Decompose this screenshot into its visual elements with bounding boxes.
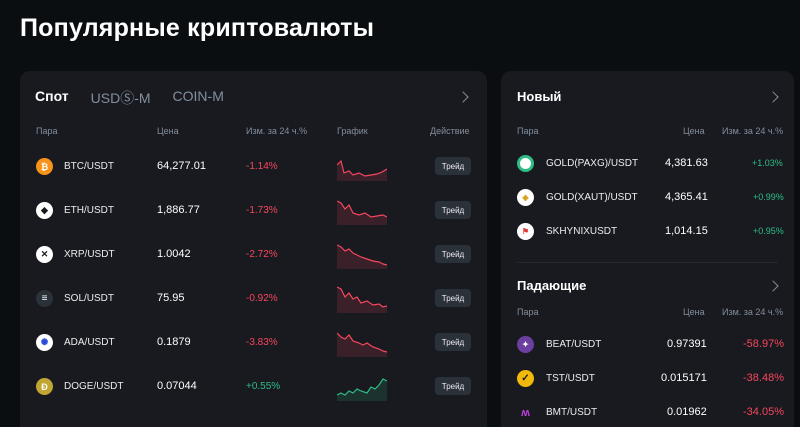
price-value: 75.95 [157, 292, 185, 304]
list-item[interactable]: ✦ BEAT/USDT 0.97391 -58.97% [501, 328, 794, 362]
trade-button[interactable]: Трейд [435, 157, 471, 175]
pair-name: BTC/USDT [64, 161, 114, 172]
tab-spot[interactable]: Спот [35, 88, 69, 108]
header-chart: График [337, 126, 368, 136]
sparkline-chart [337, 159, 387, 181]
change-value: -2.72% [246, 249, 278, 260]
change-value: -38.48% [743, 372, 784, 384]
section-divider [517, 262, 778, 263]
pair-name: TST/USDT [546, 373, 595, 384]
trade-button[interactable]: Трейд [435, 377, 471, 395]
list-item[interactable]: GOLD(PAXG)/USDT 4,381.63 +1.03% [501, 147, 794, 181]
dogecoin-icon: Ð [36, 378, 53, 395]
cardano-icon: ✺ [36, 334, 53, 351]
tab-usds-m[interactable]: USDⓈ-M [91, 88, 151, 108]
price-value: 1,886.77 [157, 204, 200, 216]
sparkline-chart [337, 332, 387, 357]
price-value: 64,277.01 [157, 160, 206, 172]
header-price: Цена [157, 126, 179, 136]
trade-button[interactable]: Трейд [435, 333, 471, 351]
price-value: 1,014.15 [665, 225, 708, 237]
bmt-icon: ʍ [517, 404, 534, 421]
header-price: Цена [683, 307, 705, 317]
pair-name: DOGE/USDT [64, 381, 124, 392]
list-item[interactable]: ◈ GOLD(XAUT)/USDT 4,365.41 +0.99% [501, 181, 794, 215]
header-change: Изм. за 24 ч.% [246, 126, 308, 136]
header-change: Изм. за 24 ч.% [722, 126, 784, 136]
pair-name: GOLD(PAXG)/USDT [546, 158, 639, 169]
chevron-right-icon[interactable] [767, 91, 779, 103]
pair-name: BMT/USDT [546, 407, 598, 418]
price-value: 4,365.41 [665, 191, 708, 203]
trade-button[interactable]: Трейд [435, 289, 471, 307]
pair-name: SOL/USDT [64, 293, 115, 304]
change-value: -58.97% [743, 338, 784, 350]
section-title-falling[interactable]: Падающие [517, 278, 586, 293]
change-value: +1.03% [752, 158, 783, 168]
change-value: -1.73% [246, 205, 278, 216]
table-row[interactable]: ✺ ADA/USDT 0.1879 -3.83% Трейд [20, 320, 487, 364]
list-item[interactable]: ⚑ SKHYNIXUSDT 1,014.15 +0.95% [501, 215, 794, 249]
tab-coin-m[interactable]: COIN-M [173, 88, 224, 108]
header-change: Изм. за 24 ч.% [722, 307, 784, 317]
trade-button[interactable]: Трейд [435, 245, 471, 263]
new-and-falling-panel: Новый Пара Цена Изм. за 24 ч.% GOLD(PAXG… [501, 71, 794, 427]
change-value: +0.95% [753, 226, 784, 236]
list-item[interactable]: ✓ TST/USDT 0.015171 -38.48% [501, 362, 794, 396]
pair-name: GOLD(XAUT)/USDT [546, 192, 638, 203]
table-row[interactable]: Ð DOGE/USDT 0.07044 +0.55% Трейд [20, 364, 487, 408]
beat-icon: ✦ [517, 336, 534, 353]
price-value: 1.0042 [157, 248, 191, 260]
section-title-new[interactable]: Новый [517, 89, 561, 104]
pair-name: ETH/USDT [64, 205, 114, 216]
price-value: 0.97391 [667, 338, 707, 350]
bitcoin-icon: ₿ [36, 158, 53, 175]
list-item[interactable]: ʍ BMT/USDT 0.01962 -34.05% [501, 396, 794, 427]
paxg-icon [517, 155, 534, 172]
skhynix-icon: ⚑ [517, 223, 534, 240]
change-value: +0.55% [246, 381, 281, 392]
sparkline-chart [337, 244, 387, 269]
chevron-right-icon[interactable] [767, 280, 779, 292]
change-value: -0.92% [246, 293, 278, 304]
pair-name: BEAT/USDT [546, 339, 602, 350]
sparkline-chart [337, 378, 387, 401]
price-value: 0.01962 [667, 406, 707, 418]
header-price: Цена [683, 126, 705, 136]
solana-icon: ≡ [36, 290, 53, 307]
header-action: Действие [430, 126, 470, 136]
table-row[interactable]: ◆ ETH/USDT 1,886.77 -1.73% Трейд [20, 188, 487, 232]
price-value: 0.015171 [661, 372, 707, 384]
price-value: 4,381.63 [665, 157, 708, 169]
pair-name: XRP/USDT [64, 249, 115, 260]
spot-market-panel: Спот USDⓈ-M COIN-M Пара Цена Изм. за 24 … [20, 71, 487, 427]
chevron-right-icon[interactable] [457, 91, 469, 103]
header-pair: Пара [36, 126, 58, 136]
pair-name: SKHYNIXUSDT [546, 226, 618, 237]
tst-icon: ✓ [517, 370, 534, 387]
change-value: -34.05% [743, 406, 784, 418]
table-row[interactable]: ≡ SOL/USDT 75.95 -0.92% Трейд [20, 276, 487, 320]
sparkline-chart [337, 200, 387, 225]
trade-button[interactable]: Трейд [435, 201, 471, 219]
table-row[interactable]: ✕ XRP/USDT 1.0042 -2.72% Трейд [20, 232, 487, 276]
sparkline-chart [337, 286, 387, 313]
change-value: +0.99% [753, 192, 784, 202]
price-value: 0.1879 [157, 336, 191, 348]
market-tabs: Спот USDⓈ-M COIN-M [35, 88, 224, 108]
change-value: -3.83% [246, 337, 278, 348]
xaut-icon: ◈ [517, 189, 534, 206]
pair-name: ADA/USDT [64, 337, 115, 348]
header-pair: Пара [517, 126, 539, 136]
header-pair: Пара [517, 307, 539, 317]
page-title: Популярные криптовалюты [20, 14, 375, 42]
ethereum-icon: ◆ [36, 202, 53, 219]
xrp-icon: ✕ [36, 246, 53, 263]
table-row[interactable]: ₿ BTC/USDT 64,277.01 -1.14% Трейд [20, 144, 487, 188]
price-value: 0.07044 [157, 380, 197, 392]
change-value: -1.14% [246, 161, 278, 172]
